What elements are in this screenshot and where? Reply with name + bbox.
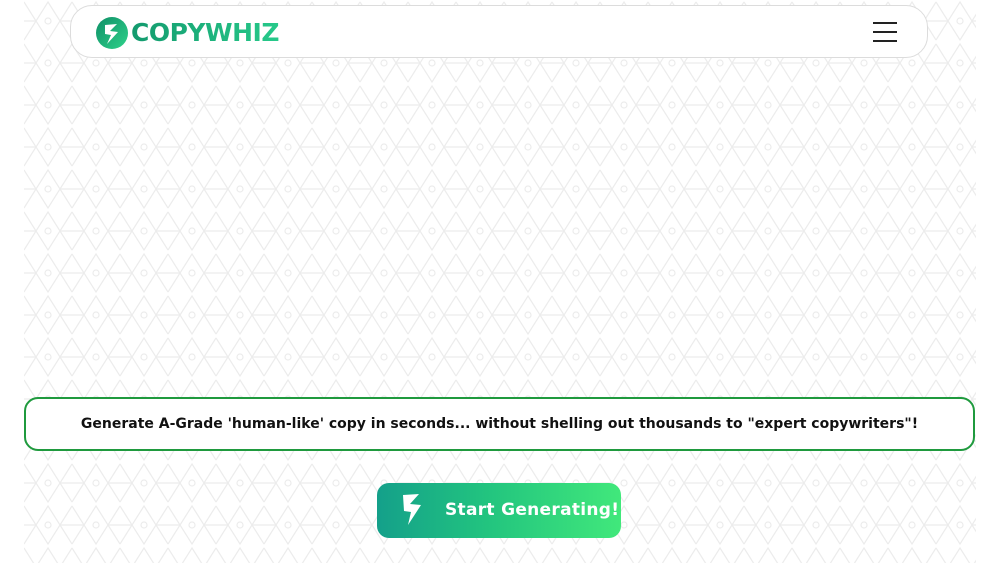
start-generating-button[interactable]: Start Generating! [377,483,621,538]
page: COPYWHIZ Generate A-Grade 'human-like' c… [0,0,1000,563]
headline-banner: Generate A-Grade 'human-like' copy in se… [24,397,975,451]
brand-logo[interactable]: COPYWHIZ [95,16,279,50]
lightning-icon [403,494,421,525]
copywhiz-logo-icon [96,17,128,49]
brand-name: COPYWHIZ [131,16,279,50]
hamburger-menu-icon[interactable] [873,21,897,43]
top-navbar: COPYWHIZ [70,5,928,58]
headline-text: Generate A-Grade 'human-like' copy in se… [80,416,919,432]
background-pattern [24,0,976,563]
start-generating-label: Start Generating! [445,500,620,520]
